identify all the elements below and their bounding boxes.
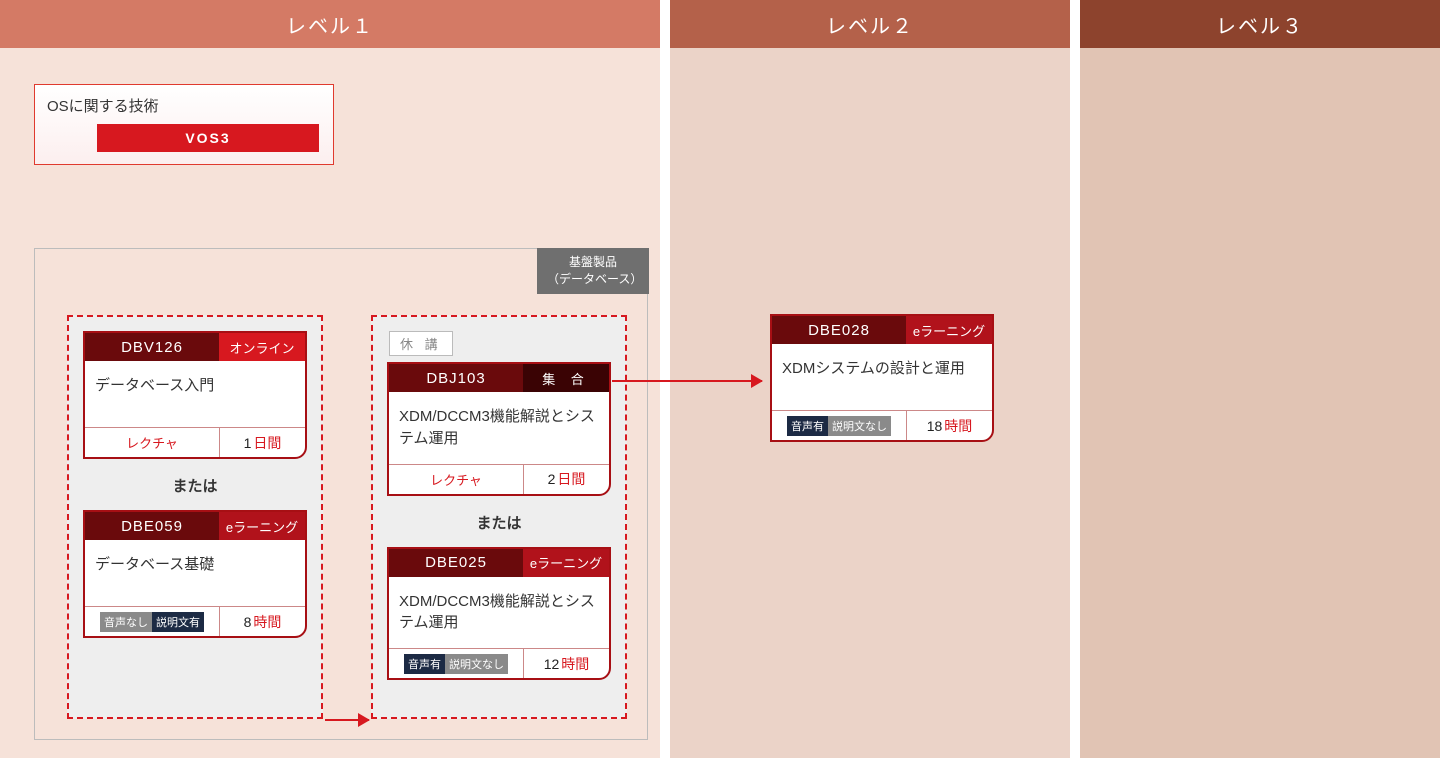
course-mode: eラーニング bbox=[523, 549, 609, 577]
card-foot-left: 音声なし説明文有 bbox=[85, 607, 219, 636]
level-1-body: OSに関する技術 VOS3 基盤製品 （データベース） DBV126 オンライン bbox=[0, 48, 660, 758]
level-3-header: レベル３ bbox=[1080, 0, 1440, 48]
course-title: データベース基礎 bbox=[85, 540, 305, 606]
card-head: DBV126 オンライン bbox=[85, 333, 305, 361]
context-tag: VOS3 bbox=[97, 124, 319, 152]
card-foot-left: レクチャ bbox=[389, 465, 523, 494]
duration-number: 12 bbox=[544, 656, 560, 672]
region-label: 基盤製品 （データベース） bbox=[537, 248, 649, 294]
card-foot-right: 18時間 bbox=[906, 411, 992, 440]
level-2-body: DBE028 eラーニング XDMシステムの設計と運用 音声有説明文なし 18時… bbox=[670, 48, 1070, 758]
region-box: 基盤製品 （データベース） DBV126 オンライン データベース入門 bbox=[34, 248, 648, 740]
card-foot: 音声なし説明文有 8時間 bbox=[85, 606, 305, 636]
card-foot-right: 2日間 bbox=[523, 465, 609, 494]
card-foot-left: 音声有説明文なし bbox=[772, 411, 906, 440]
duration-unit: 日間 bbox=[557, 469, 585, 489]
audio-badge: 音声有 bbox=[787, 416, 828, 436]
lecture-label: レクチャ bbox=[126, 433, 178, 452]
duration-unit: 日間 bbox=[253, 433, 281, 453]
region-label-line1: 基盤製品 bbox=[569, 255, 617, 269]
card-foot-left: 音声有説明文なし bbox=[389, 649, 523, 678]
duration-number: 18 bbox=[927, 418, 943, 434]
course-code: DBJ103 bbox=[389, 364, 523, 392]
course-title: データベース入門 bbox=[85, 361, 305, 427]
card-head: DBE059 eラーニング bbox=[85, 512, 305, 540]
course-code: DBV126 bbox=[85, 333, 219, 361]
course-card-dbe028[interactable]: DBE028 eラーニング XDMシステムの設計と運用 音声有説明文なし 18時… bbox=[770, 314, 994, 442]
course-title: XDM/DCCM3機能解説とシステム運用 bbox=[389, 392, 609, 464]
level-3-column: レベル３ bbox=[1080, 0, 1440, 758]
course-code: DBE059 bbox=[85, 512, 219, 540]
card-head: DBJ103 集 合 bbox=[389, 364, 609, 392]
card-foot-right: 12時間 bbox=[523, 649, 609, 678]
duration-unit: 時間 bbox=[253, 612, 281, 632]
card-foot-right: 8時間 bbox=[219, 607, 305, 636]
level-2-column: レベル２ DBE028 eラーニング XDMシステムの設計と運用 音声有説明文な… bbox=[670, 0, 1070, 758]
level-3-body bbox=[1080, 48, 1440, 758]
level-2-header: レベル２ bbox=[670, 0, 1070, 48]
arrow-icon bbox=[325, 719, 369, 721]
duration-unit: 時間 bbox=[561, 654, 589, 674]
caption-badge: 説明文なし bbox=[445, 654, 508, 674]
course-title: XDM/DCCM3機能解説とシステム運用 bbox=[389, 577, 609, 649]
duration-number: 1 bbox=[244, 435, 252, 451]
duration-unit: 時間 bbox=[944, 416, 972, 436]
course-card-dbe059[interactable]: DBE059 eラーニング データベース基礎 音声なし説明文有 bbox=[83, 510, 307, 638]
course-code: DBE025 bbox=[389, 549, 523, 577]
audio-badge: 音声有 bbox=[404, 654, 445, 674]
column-gap bbox=[1070, 0, 1080, 758]
course-mode: 集 合 bbox=[523, 364, 609, 392]
course-code: DBE028 bbox=[772, 316, 906, 344]
card-foot: 音声有説明文なし 12時間 bbox=[389, 648, 609, 678]
context-title: OSに関する技術 bbox=[47, 95, 321, 116]
diagram-root: レベル１ OSに関する技術 VOS3 基盤製品 （データベース） bbox=[0, 0, 1440, 758]
audio-badges: 音声有説明文なし bbox=[787, 416, 891, 436]
duration-number: 8 bbox=[244, 614, 252, 630]
course-group-1: DBV126 オンライン データベース入門 レクチャ 1日間 または bbox=[67, 315, 323, 719]
course-title: XDMシステムの設計と運用 bbox=[772, 344, 992, 410]
course-mode: オンライン bbox=[219, 333, 305, 361]
caption-badge: 説明文なし bbox=[828, 416, 891, 436]
duration-number: 2 bbox=[548, 471, 556, 487]
region-label-line2: （データベース） bbox=[547, 272, 642, 286]
audio-badges: 音声有説明文なし bbox=[404, 654, 508, 674]
arrow-icon bbox=[612, 380, 762, 382]
closed-status-chip: 休 講 bbox=[389, 331, 453, 356]
context-panel: OSに関する技術 VOS3 bbox=[34, 84, 334, 165]
card-foot: 音声有説明文なし 18時間 bbox=[772, 410, 992, 440]
card-foot-right: 1日間 bbox=[219, 428, 305, 457]
card-foot: レクチャ 2日間 bbox=[389, 464, 609, 494]
course-mode: eラーニング bbox=[906, 316, 992, 344]
level-1-header: レベル１ bbox=[0, 0, 660, 48]
card-head: DBE028 eラーニング bbox=[772, 316, 992, 344]
level-1-column: レベル１ OSに関する技術 VOS3 基盤製品 （データベース） bbox=[0, 0, 660, 758]
course-card-dbv126[interactable]: DBV126 オンライン データベース入門 レクチャ 1日間 bbox=[83, 331, 307, 459]
course-card-dbj103[interactable]: DBJ103 集 合 XDM/DCCM3機能解説とシステム運用 レクチャ 2日間 bbox=[387, 362, 611, 496]
card-foot: レクチャ 1日間 bbox=[85, 427, 305, 457]
audio-badges: 音声なし説明文有 bbox=[100, 612, 204, 632]
or-label: または bbox=[387, 496, 611, 547]
caption-badge: 説明文有 bbox=[152, 612, 204, 632]
course-mode: eラーニング bbox=[219, 512, 305, 540]
column-gap bbox=[660, 0, 670, 758]
lecture-label: レクチャ bbox=[430, 470, 482, 489]
course-group-2: 休 講 DBJ103 集 合 XDM/DCCM3機能解説とシステム運用 レクチャ… bbox=[371, 315, 627, 719]
audio-badge: 音声なし bbox=[100, 612, 152, 632]
card-head: DBE025 eラーニング bbox=[389, 549, 609, 577]
or-label: または bbox=[83, 459, 307, 510]
course-card-dbe025[interactable]: DBE025 eラーニング XDM/DCCM3機能解説とシステム運用 音声有説明… bbox=[387, 547, 611, 681]
card-foot-left: レクチャ bbox=[85, 428, 219, 457]
level-columns: レベル１ OSに関する技術 VOS3 基盤製品 （データベース） bbox=[0, 0, 1440, 758]
